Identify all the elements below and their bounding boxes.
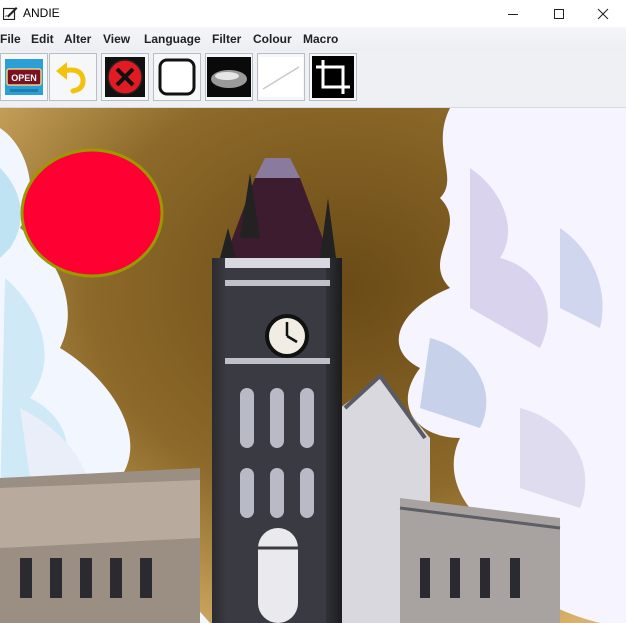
- ellipse-tool-button[interactable]: [205, 53, 253, 101]
- minimize-button[interactable]: [490, 0, 536, 27]
- menu-macro[interactable]: Macro: [303, 32, 338, 46]
- maximize-icon: [554, 8, 564, 19]
- maximize-button[interactable]: [536, 0, 582, 27]
- undo-icon: [56, 62, 86, 94]
- open-button[interactable]: OPEN: [0, 53, 48, 101]
- rectangle-tool-button[interactable]: [153, 53, 201, 101]
- menu-language[interactable]: Language: [144, 32, 201, 46]
- minimize-icon: [508, 13, 518, 15]
- crop-icon: [312, 56, 354, 98]
- app-icon: [3, 7, 18, 20]
- menu-file[interactable]: File: [0, 32, 21, 46]
- menu-bar: File Edit Alter View Language Filter Col…: [0, 27, 626, 51]
- menu-alter[interactable]: Alter: [64, 32, 91, 46]
- image-canvas[interactable]: [0, 108, 626, 623]
- open-file-icon: OPEN: [5, 59, 43, 95]
- ellipse-icon: [207, 57, 251, 97]
- menu-colour[interactable]: Colour: [253, 32, 292, 46]
- toolbar: OPEN: [0, 51, 626, 108]
- close-icon: [597, 8, 609, 19]
- drawn-ellipse[interactable]: [20, 148, 164, 278]
- open-icon-text: OPEN: [11, 73, 37, 83]
- undo-button[interactable]: [49, 53, 97, 101]
- line-icon: [259, 57, 303, 97]
- menu-filter[interactable]: Filter: [212, 32, 241, 46]
- inverted-photo: [0, 108, 626, 623]
- window-title: ANDIE: [23, 6, 60, 20]
- title-bar: ANDIE: [0, 0, 626, 27]
- close-window-button[interactable]: [580, 0, 626, 27]
- menu-edit[interactable]: Edit: [31, 32, 54, 46]
- close-icon: [105, 57, 145, 97]
- crop-tool-button[interactable]: [309, 53, 357, 101]
- menu-view[interactable]: View: [103, 32, 130, 46]
- line-tool-button[interactable]: [257, 53, 305, 101]
- rectangle-icon: [158, 58, 196, 96]
- clear-button[interactable]: [101, 53, 149, 101]
